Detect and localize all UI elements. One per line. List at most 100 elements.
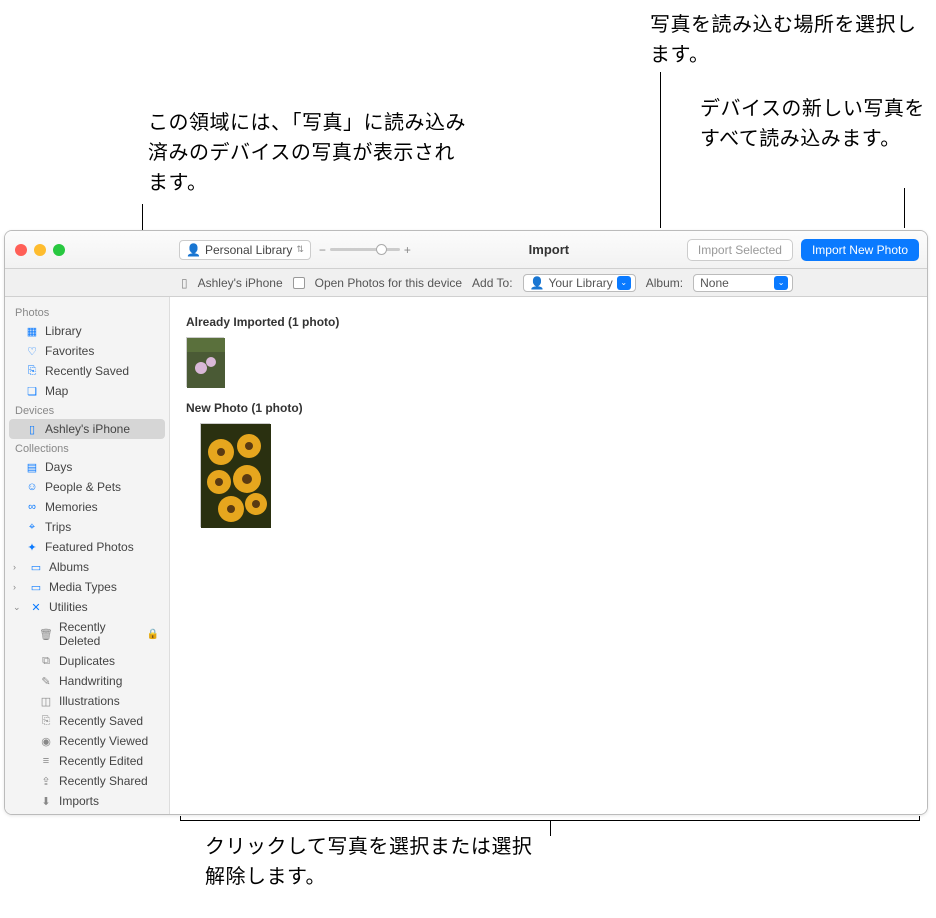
label: Recently Deleted <box>59 620 141 648</box>
sidebar-item-illustrations[interactable]: ◫ Illustrations <box>5 691 169 711</box>
sidebar-item-people-pets[interactable]: ☺People & Pets <box>5 477 169 497</box>
sidebar-item-media-types[interactable]: ›▭Media Types <box>5 577 169 597</box>
label: Library <box>45 324 82 338</box>
minimize-icon[interactable] <box>34 244 46 256</box>
label: Albums <box>49 560 89 574</box>
label: Featured Photos <box>45 540 134 554</box>
library-select-label: Personal Library <box>205 243 292 257</box>
sidebar-item-handwriting[interactable]: ✎ Handwriting <box>5 671 169 691</box>
line <box>919 816 920 821</box>
zoom-slider[interactable]: − + <box>319 243 411 257</box>
library-select[interactable]: 👤 Personal Library ⇅ <box>179 240 311 260</box>
sidebar-item-memories[interactable]: ∞ Memories <box>5 497 169 517</box>
callout-select-photo: クリックして写真を選択または選択解除します。 <box>205 832 545 892</box>
device-icon: ▯ <box>181 276 188 290</box>
label: Recently Viewed <box>59 734 148 748</box>
updown-icon: ⇅ <box>296 244 304 255</box>
sidebar-item-recently-viewed[interactable]: ◉ Recently Viewed <box>5 731 169 751</box>
sidebar-item-recently-saved[interactable]: ⎘ Recently Saved <box>5 361 169 381</box>
minus-icon: − <box>319 243 326 257</box>
import-selected-button[interactable]: Import Selected <box>687 239 793 261</box>
label: Media Types <box>49 580 117 594</box>
device-name-label: Ashley's iPhone <box>198 276 283 290</box>
label: Recently Edited <box>59 754 143 768</box>
window-title: Import <box>419 242 679 257</box>
label: Utilities <box>49 600 88 614</box>
share-icon: ⇪ <box>39 775 53 788</box>
label: Recently Saved <box>59 714 143 728</box>
eye-icon: ◉ <box>39 735 53 748</box>
toolbar: 👤 Personal Library ⇅ − + Import Import S… <box>5 231 927 269</box>
sidebar-item-map[interactable]: ❏ Map <box>5 381 169 401</box>
sidebar-item-featured[interactable]: ✦ Featured Photos <box>5 537 169 557</box>
label: Memories <box>45 500 98 514</box>
sidebar-item-imports[interactable]: ⬇ Imports <box>5 791 169 811</box>
star-icon: ✦ <box>25 541 39 554</box>
add-to-value: Your Library <box>548 276 612 290</box>
bookmark-icon: ⎘ <box>39 715 53 728</box>
chevron-right-icon: › <box>13 562 23 572</box>
sidebar-item-projects[interactable]: ›▭Projects <box>5 811 169 814</box>
sidebar-item-device[interactable]: ▯ Ashley's iPhone <box>9 419 165 439</box>
add-to-popup[interactable]: 👤 Your Library ⌄ <box>523 274 636 292</box>
line <box>180 816 181 821</box>
album-popup[interactable]: None ⌄ <box>693 274 793 292</box>
photo-thumbnail[interactable] <box>200 423 270 527</box>
photo-thumbnail[interactable] <box>186 337 224 387</box>
duplicate-icon: ⧉ <box>39 655 53 668</box>
map-icon: ❏ <box>25 385 39 398</box>
label: Illustrations <box>59 694 120 708</box>
trash-icon: 🗑 <box>39 628 53 641</box>
bookmark-icon: ⎘ <box>25 365 39 378</box>
sidebar-item-duplicates[interactable]: ⧉Duplicates <box>5 651 169 671</box>
library-icon: ▦ <box>25 325 39 338</box>
updown-icon: ⌄ <box>617 276 631 290</box>
line <box>550 820 551 836</box>
heart-icon: ♡ <box>25 345 39 358</box>
calendar-icon: ▤ <box>25 461 39 474</box>
import-options-bar: ▯ Ashley's iPhone Open Photos for this d… <box>5 269 927 297</box>
sidebar-item-albums[interactable]: › ▭ Albums <box>5 557 169 577</box>
import-new-photo-button[interactable]: Import New Photo <box>801 239 919 261</box>
pin-icon: ⌖ <box>25 521 39 534</box>
album-icon: ▭ <box>29 561 43 574</box>
sidebar-item-days[interactable]: ▤Days <box>5 457 169 477</box>
lock-icon: 🔒 <box>147 629 159 640</box>
label: Recently Saved <box>45 364 129 378</box>
open-photos-label: Open Photos for this device <box>315 276 462 290</box>
illustration-icon: ◫ <box>39 695 53 708</box>
window-controls <box>13 244 171 256</box>
sidebar-item-recently-deleted[interactable]: 🗑 Recently Deleted 🔒 <box>5 617 169 651</box>
label: Map <box>45 384 68 398</box>
sidebar-item-recently-shared[interactable]: ⇪Recently Shared <box>5 771 169 791</box>
sidebar-item-favorites[interactable]: ♡Favorites <box>5 341 169 361</box>
label: Handwriting <box>59 674 122 688</box>
add-to-label: Add To: <box>472 276 512 290</box>
sidebar-item-recently-saved-2[interactable]: ⎘ Recently Saved <box>5 711 169 731</box>
memories-icon: ∞ <box>25 501 39 513</box>
sidebar-item-utilities[interactable]: ⌄✕Utilities <box>5 597 169 617</box>
album-label: Album: <box>646 276 683 290</box>
import-icon: ⬇ <box>39 795 53 808</box>
phone-icon: ▯ <box>25 423 39 436</box>
plus-icon: + <box>404 243 411 257</box>
sidebar-item-library[interactable]: ▦ Library <box>5 321 169 341</box>
pencil-icon: ✎ <box>39 675 53 688</box>
sidebar-item-recently-edited[interactable]: ≡Recently Edited <box>5 751 169 771</box>
people-icon: ☺ <box>25 481 39 493</box>
label: Trips <box>45 520 71 534</box>
sidebar-section-photos: Photos <box>5 303 169 321</box>
slider-track[interactable] <box>330 248 400 251</box>
sidebar-section-devices: Devices <box>5 401 169 419</box>
sunflower-photo-icon <box>201 424 271 528</box>
photos-app-window: 👤 Personal Library ⇅ − + Import Import S… <box>4 230 928 815</box>
slider-thumb[interactable] <box>376 244 387 255</box>
sidebar: Photos ▦ Library ♡Favorites ⎘ Recently Sav… <box>5 297 170 814</box>
close-icon[interactable] <box>15 244 27 256</box>
label: Imports <box>59 794 99 808</box>
fullscreen-icon[interactable] <box>53 244 65 256</box>
open-photos-checkbox[interactable] <box>293 277 305 289</box>
callout-already-imported: この領域には、「写真」に読み込み済みのデバイスの写真が表示されます。 <box>148 108 468 198</box>
label: Ashley's iPhone <box>45 422 130 436</box>
sidebar-item-trips[interactable]: ⌖ Trips <box>5 517 169 537</box>
